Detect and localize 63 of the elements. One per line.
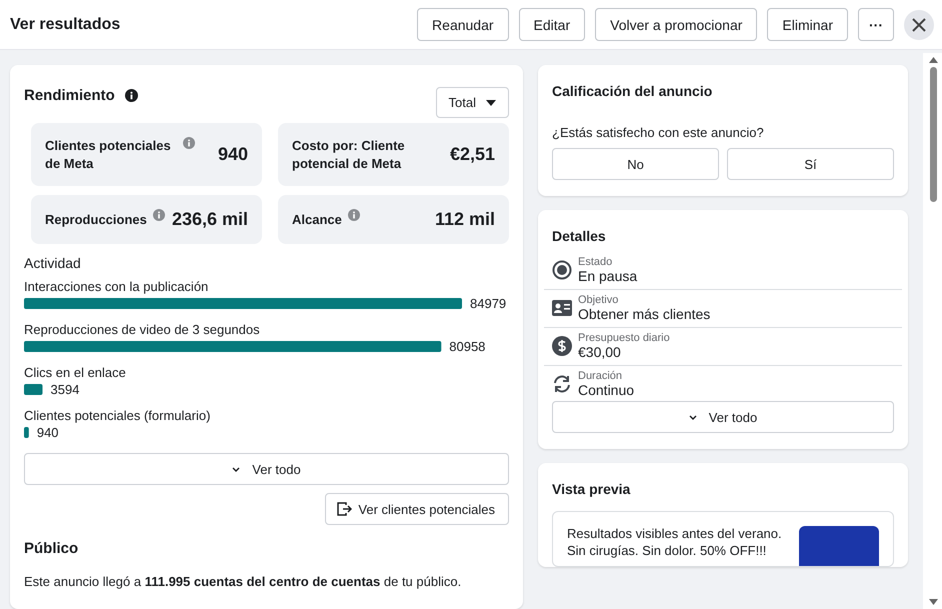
rating-option-button[interactable]: Sí <box>727 148 894 180</box>
bar <box>24 384 43 395</box>
chart-title: Actividad <box>24 255 82 271</box>
detail-value: Obtener más clientes <box>578 306 710 322</box>
dollar-icon <box>552 336 572 356</box>
metric-value: 112 mil <box>434 209 495 230</box>
chevron-down-icon <box>232 466 240 472</box>
detail-label: Duración <box>578 370 624 382</box>
metric-label: Alcance <box>292 210 342 228</box>
data-label: 80958 <box>449 339 486 354</box>
refresh-icon <box>552 374 572 394</box>
view-leads-button[interactable]: Ver clientes potenciales <box>325 493 509 525</box>
export-icon <box>336 501 352 517</box>
more-button[interactable]: ··· <box>858 8 894 41</box>
audience-summary: Este anuncio llegó a 111.995 cuentas del centro de cuentas de tu público. <box>24 574 462 589</box>
detail-value: En pausa <box>578 268 638 284</box>
ad-text: Resultados visibles antes del verano. <box>567 526 783 541</box>
ad-text: Sin cirugías. Sin dolor. 50% OFF!!! <box>567 543 768 558</box>
bar <box>24 427 29 438</box>
category-label: Interacciones con la publicación <box>24 279 208 294</box>
chevron-down-icon <box>688 414 697 420</box>
rating-question: ¿Estás satisfecho con este anuncio? <box>552 125 765 140</box>
detail-label: Estado <box>578 256 614 268</box>
category-label: Reproducciones de video de 3 segundos <box>24 322 260 337</box>
action-button[interactable]: Reanudar <box>417 8 509 41</box>
data-label: 3594 <box>50 382 80 397</box>
metric-value: €2,51 <box>450 144 495 165</box>
scrollbar[interactable] <box>923 53 942 609</box>
close-icon <box>911 16 927 32</box>
category-label: Clientes potenciales (formulario) <box>24 408 210 423</box>
section-title: Vista previa <box>552 481 632 497</box>
see-all-button[interactable]: Ver todo <box>24 453 509 485</box>
section-title: Calificación del anuncio <box>552 83 714 99</box>
section-title: Público <box>24 540 80 557</box>
metric-label: Costo por: Cliente potencial de Meta <box>292 136 406 172</box>
detail-label: Objetivo <box>578 294 620 306</box>
info-icon <box>124 89 138 102</box>
scroll-down-icon[interactable] <box>928 599 938 605</box>
see-all-button[interactable]: Ver todo <box>552 401 894 433</box>
detail-value: €30,00 <box>578 344 622 360</box>
period-dropdown[interactable]: Total <box>436 87 509 118</box>
rating-option-button[interactable]: No <box>552 148 719 180</box>
scroll-up-icon[interactable] <box>928 57 938 63</box>
category-label: Clics en el enlace <box>24 365 126 380</box>
data-label: 940 <box>36 425 59 440</box>
radio-icon <box>552 260 572 280</box>
scrollbar-thumb[interactable] <box>930 67 936 202</box>
close-button[interactable] <box>904 10 934 40</box>
action-button[interactable]: Volver a promocionar <box>595 8 758 41</box>
metric-value: 940 <box>218 144 248 165</box>
metric-label: Reproducciones <box>45 210 147 228</box>
detail-label: Presupuesto diario <box>578 332 670 344</box>
action-button[interactable]: Editar <box>518 8 586 41</box>
metric-value: 236,6 mil <box>172 209 248 230</box>
section-title: Detalles <box>551 228 607 244</box>
action-button[interactable]: Eliminar <box>767 8 848 41</box>
caret-icon <box>486 100 496 106</box>
metric-label: Clientes potenciales de Meta <box>45 136 172 172</box>
detail-value: Continuo <box>578 382 634 398</box>
page-title: Ver resultados <box>10 16 120 34</box>
section-title: Rendimiento <box>24 87 115 104</box>
id-card-icon <box>552 300 572 316</box>
data-label: 84979 <box>470 296 506 311</box>
